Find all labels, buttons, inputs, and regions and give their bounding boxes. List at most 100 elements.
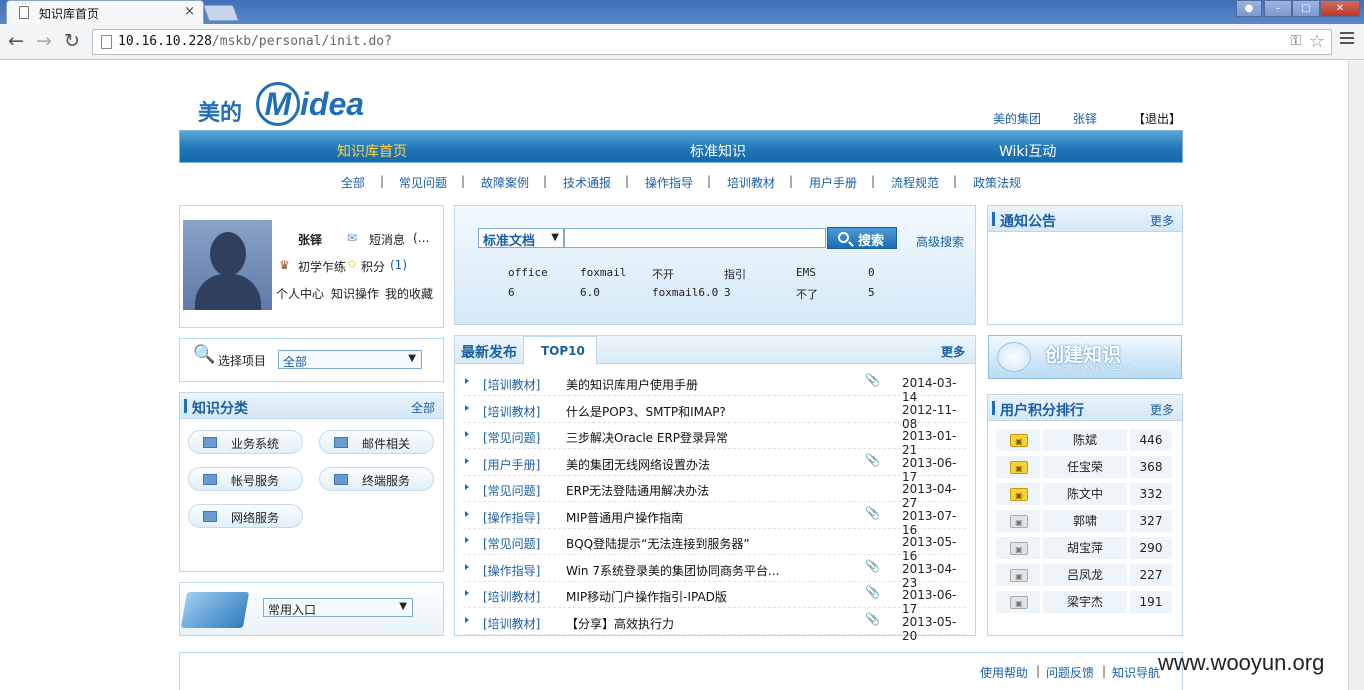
article-title[interactable]: 【分享】高效执行力 <box>566 615 674 632</box>
list-item[interactable]: [操作指导] MIP普通用户操作指南 📎 2013-07-16 <box>463 503 966 537</box>
article-category[interactable]: [常见问题] <box>483 482 540 499</box>
search-input[interactable] <box>564 228 826 248</box>
subnav-training[interactable]: 培训教材 <box>727 174 775 191</box>
subnav-manual[interactable]: 用户手册 <box>809 174 857 191</box>
article-title[interactable]: 三步解决Oracle ERP登录异常 <box>566 429 728 446</box>
create-knowledge-button[interactable]: 创建知识 CREATING KNOWLEDGE <box>988 335 1182 379</box>
new-tab-button[interactable] <box>203 5 239 21</box>
article-title[interactable]: BQQ登陆提示“无法连接到服务器” <box>566 535 750 552</box>
list-item[interactable]: [常见问题] 三步解决Oracle ERP登录异常 2013-01-21 <box>463 423 966 457</box>
category-terminal[interactable]: 终端服务 <box>319 467 434 491</box>
logout-link[interactable]: 【退出】 <box>1133 110 1181 127</box>
category-business-system[interactable]: 业务系统 <box>188 430 303 454</box>
list-item[interactable]: [培训教材] 美的知识库用户使用手册 📎 2014-03-14 <box>463 370 966 404</box>
hot-keyword[interactable]: 3 <box>724 286 731 299</box>
knowledge-ops-link[interactable]: 知识操作 <box>331 285 379 302</box>
list-item[interactable]: [操作指导] Win 7系统登录美的集团协同商务平台... 📎 2013-04-23 <box>463 556 966 590</box>
subnav-policy[interactable]: 政策法规 <box>973 174 1021 191</box>
subnav-tech[interactable]: 技术通报 <box>563 174 611 191</box>
category-account[interactable]: 帐号服务 <box>188 467 303 491</box>
hot-keyword[interactable]: 6 <box>508 286 515 299</box>
hot-keyword[interactable]: EMS <box>796 266 816 279</box>
nav-wiki[interactable]: Wiki互动 <box>999 141 1056 161</box>
subnav-faq[interactable]: 常见问题 <box>399 174 447 191</box>
menu-icon[interactable] <box>1340 32 1354 46</box>
select-project-dropdown[interactable]: 全部 ▼ <box>278 350 422 369</box>
article-title[interactable]: 美的集团无线网络设置办法 <box>566 456 710 473</box>
list-item[interactable]: [培训教材] MIP移动门户操作指引-IPAD版 📎 2013-06-17 <box>463 582 966 616</box>
article-title[interactable]: MIP普通用户操作指南 <box>566 509 683 526</box>
ranking-user[interactable]: 陈斌 <box>1042 428 1128 452</box>
minimize-button[interactable]: – <box>1264 0 1292 17</box>
subnav-process[interactable]: 流程规范 <box>891 174 939 191</box>
reload-icon[interactable]: ↻ <box>64 30 80 52</box>
article-category[interactable]: [培训教材] <box>483 403 540 420</box>
nav-standard[interactable]: 标准知识 <box>690 141 746 161</box>
list-item[interactable]: [用户手册] 美的集团无线网络设置办法 📎 2013-06-17 <box>463 450 966 484</box>
list-item[interactable]: [培训教材] 【分享】高效执行力 📎 2013-05-20 <box>463 609 966 643</box>
hot-keyword[interactable]: 指引 <box>724 266 746 282</box>
article-category[interactable]: [用户手册] <box>483 456 540 473</box>
bookmark-star-icon[interactable]: ☆ <box>1309 31 1325 52</box>
hot-keyword[interactable]: 不了 <box>796 286 818 302</box>
scrollbar[interactable] <box>1348 60 1364 690</box>
hot-keyword[interactable]: 0 <box>868 266 875 279</box>
feedback-link[interactable]: 问题反馈 <box>1046 664 1094 681</box>
subnav-all[interactable]: 全部 <box>341 174 365 191</box>
article-category[interactable]: [常见问题] <box>483 535 540 552</box>
ranking-user[interactable]: 胡宝萍 <box>1042 536 1128 560</box>
hot-keyword[interactable]: foxmail <box>580 266 626 279</box>
ranking-more-link[interactable]: 更多 <box>1150 401 1174 418</box>
tab-latest[interactable]: 最新发布 <box>461 342 517 362</box>
back-icon[interactable]: ← <box>8 30 24 52</box>
key-icon[interactable]: ⚿ <box>1290 33 1301 49</box>
help-link[interactable]: 使用帮助 <box>980 664 1028 681</box>
forward-icon[interactable]: → <box>36 30 52 52</box>
knowledge-nav-link[interactable]: 知识导航 <box>1112 664 1160 681</box>
group-link[interactable]: 美的集团 <box>993 110 1041 127</box>
address-bar[interactable]: 10.16.10.228/mskb/personal/init.do? ⚿ ☆ <box>92 29 1332 55</box>
profile-icon[interactable]: ● <box>1236 0 1262 17</box>
tab-top10[interactable]: TOP10 <box>523 336 597 365</box>
message-link[interactable]: 短消息 <box>369 231 405 248</box>
tab-close-icon[interactable]: × <box>184 4 195 19</box>
ranking-user[interactable]: 梁宇杰 <box>1042 590 1128 614</box>
hot-keyword[interactable]: 不开 <box>652 266 674 282</box>
search-button[interactable]: 搜索 <box>827 227 897 249</box>
list-item[interactable]: [常见问题] ERP无法登陆通用解决办法 2013-04-27 <box>463 476 966 510</box>
article-title[interactable]: Win 7系统登录美的集团协同商务平台... <box>566 562 779 579</box>
subnav-guide[interactable]: 操作指导 <box>645 174 693 191</box>
hot-keyword[interactable]: 6.0 <box>580 286 600 299</box>
user-link[interactable]: 张铎 <box>1073 110 1097 127</box>
window-close-button[interactable]: ✕ <box>1320 0 1360 17</box>
article-category[interactable]: [操作指导] <box>483 509 540 526</box>
list-item[interactable]: [培训教材] 什么是POP3、SMTP和IMAP? 2012-11-08 <box>463 397 966 431</box>
article-category[interactable]: [操作指导] <box>483 562 540 579</box>
maximize-button[interactable]: ▢ <box>1292 0 1320 17</box>
article-category[interactable]: [培训教材] <box>483 376 540 393</box>
list-item[interactable]: [常见问题] BQQ登陆提示“无法连接到服务器” 2013-05-16 <box>463 529 966 563</box>
article-category[interactable]: [培训教材] <box>483 588 540 605</box>
ranking-user[interactable]: 吕凤龙 <box>1042 563 1128 587</box>
category-network[interactable]: 网络服务 <box>188 504 303 528</box>
article-title[interactable]: MIP移动门户操作指引-IPAD版 <box>566 588 727 605</box>
category-mail[interactable]: 邮件相关 <box>319 430 434 454</box>
hot-keyword[interactable]: foxmail6.0 <box>652 286 718 299</box>
notice-more-link[interactable]: 更多 <box>1150 212 1174 229</box>
knowledge-all-link[interactable]: 全部 <box>411 399 435 416</box>
favorites-link[interactable]: 我的收藏 <box>385 285 433 302</box>
advanced-search-link[interactable]: 高级搜索 <box>916 233 964 250</box>
search-type-select[interactable]: 标准文档 ▼ <box>478 228 564 249</box>
browser-tab[interactable]: 知识库首页 × <box>6 0 204 24</box>
hot-keyword[interactable]: 5 <box>868 286 875 299</box>
article-category[interactable]: [常见问题] <box>483 429 540 446</box>
hot-keyword[interactable]: office <box>508 266 548 279</box>
personal-center-link[interactable]: 个人中心 <box>276 285 324 302</box>
ranking-user[interactable]: 郭啸 <box>1042 509 1128 533</box>
article-title[interactable]: ERP无法登陆通用解决办法 <box>566 482 709 499</box>
ranking-user[interactable]: 陈文中 <box>1042 482 1128 506</box>
ranking-user[interactable]: 任宝荣 <box>1042 455 1128 479</box>
article-category[interactable]: [培训教材] <box>483 615 540 632</box>
list-more-link[interactable]: 更多 <box>941 343 965 360</box>
article-title[interactable]: 什么是POP3、SMTP和IMAP? <box>566 403 726 420</box>
